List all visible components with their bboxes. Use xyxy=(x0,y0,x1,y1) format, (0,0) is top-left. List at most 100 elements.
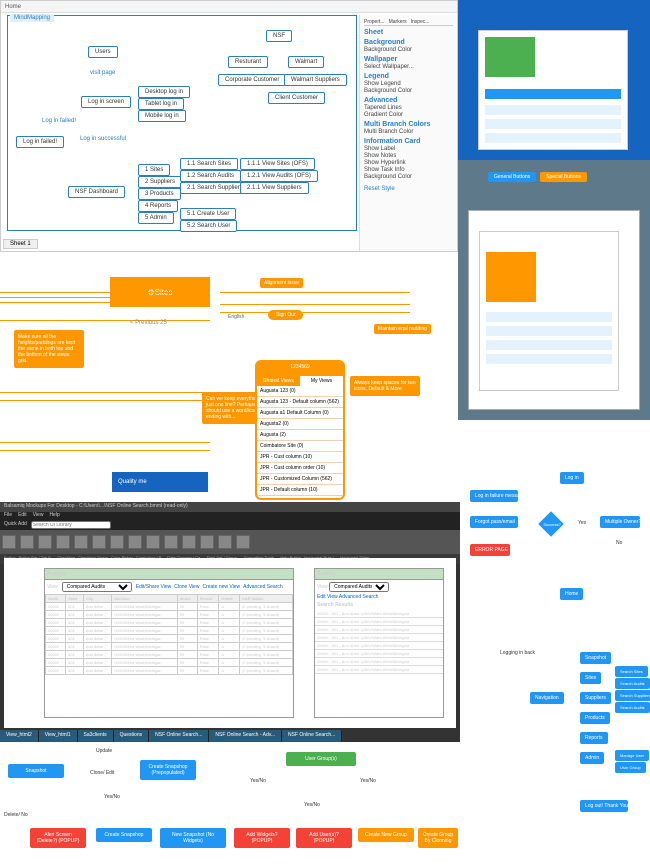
view-link[interactable]: Edit View xyxy=(317,594,339,600)
show-legend[interactable]: Show Legend xyxy=(364,81,453,87)
mockup-canvas[interactable]: Audits View Compared Audits Edit/Share V… xyxy=(4,558,456,728)
col-header[interactable]: Result xyxy=(197,595,219,603)
menu-item[interactable]: View xyxy=(33,512,44,520)
list-item[interactable]: Augusta (2) xyxy=(257,430,343,441)
home-tab[interactable]: Home xyxy=(5,4,21,10)
ui-library-item[interactable] xyxy=(182,535,196,549)
mockup-tab[interactable]: NSF Online Search... xyxy=(282,730,342,742)
mockup-tab[interactable]: Sa3clients xyxy=(78,730,114,742)
list-item[interactable]: JPR - Customized Column (562) xyxy=(257,474,343,485)
sheet-tab[interactable]: Sheet 1 xyxy=(3,239,38,249)
general-buttons[interactable]: General Buttons xyxy=(488,172,536,182)
view-link[interactable]: Create new View xyxy=(202,584,240,590)
ui-library-item[interactable] xyxy=(236,535,250,549)
view-link[interactable]: Advanced Search xyxy=(339,594,378,600)
tab-properties[interactable]: Propert... xyxy=(364,19,385,25)
node-fail[interactable]: Log in failed! xyxy=(16,136,64,148)
tab-shared[interactable]: Shared Views xyxy=(257,376,300,386)
ui-library-item[interactable] xyxy=(38,535,52,549)
col-header[interactable]: City xyxy=(83,595,111,603)
list-item[interactable]: Coimbatore Site (0) xyxy=(257,441,343,452)
view-select[interactable]: Compared Audits xyxy=(62,582,132,592)
node-walmart[interactable]: Walmart xyxy=(288,56,324,68)
node-rest[interactable]: Resturant xyxy=(228,56,268,68)
menu-item[interactable]: Help xyxy=(49,512,59,520)
result-row[interactable]: 40001 - 501 - Ann Arbor \US/US/Mid-West/… xyxy=(315,634,443,642)
node-s51[interactable]: 5.1 Create User xyxy=(180,208,236,220)
node-d4[interactable]: 4 Reports xyxy=(138,200,178,212)
node-d5[interactable]: 5 Admin xyxy=(138,212,174,224)
list-item[interactable]: JPR - Cust column (10) xyxy=(257,452,343,463)
node-s52[interactable]: 5.2 Search User xyxy=(180,220,237,232)
ui-library-item[interactable] xyxy=(146,535,160,549)
view-links[interactable]: Edit/Share ViewClone ViewCreate new View… xyxy=(136,584,283,590)
node-corp[interactable]: Corporate Customer xyxy=(218,74,286,86)
menu-item[interactable]: Edit xyxy=(18,512,27,520)
table-row[interactable]: 40001501Ann ArborUS/US/Mid-West/Michigan… xyxy=(46,651,293,659)
special-buttons[interactable]: Special Buttons xyxy=(540,172,587,182)
table-row[interactable]: 40001501Ann ArborUS/US/Mid-West/Michigan… xyxy=(46,659,293,667)
mbc-checkbox[interactable]: Multi Branch Color xyxy=(364,129,453,135)
show-notes[interactable]: Show Notes xyxy=(364,153,453,159)
node-desktop[interactable]: Desktop log in xyxy=(138,86,190,98)
tab-inspect[interactable]: Inspec... xyxy=(411,19,430,25)
col-header[interactable]: Score xyxy=(177,595,197,603)
list-item[interactable]: Augusta 123 (0) xyxy=(257,386,343,397)
table-row[interactable]: 40001501Ann ArborUS/US/Mid-West/Michigan… xyxy=(46,611,293,619)
node-s111[interactable]: 1.1.1 View Sites (OFS) xyxy=(240,158,315,170)
node-mobile[interactable]: Mobile log in xyxy=(138,110,186,122)
list-item[interactable]: Augusta 123 - Default column (562) xyxy=(257,397,343,408)
tapered-lines[interactable]: Tapered Lines xyxy=(364,105,453,111)
node-s211[interactable]: 2.1.1 View Suppliers xyxy=(240,182,309,194)
node-dash[interactable]: NSF Dashboard xyxy=(68,186,125,198)
node-nsf[interactable]: NSF xyxy=(266,30,292,42)
mockup-tabs[interactable]: View_html2View_html1Sa3clientsQuestionsN… xyxy=(0,730,460,742)
ui-library-item[interactable] xyxy=(74,535,88,549)
mockup-tab[interactable]: NSF Online Search - Adv... xyxy=(209,730,282,742)
result-row[interactable]: 40001 - 501 - Ann Arbor \US/US/Mid-West/… xyxy=(315,626,443,634)
menu-bar[interactable]: FileEditViewHelp xyxy=(0,512,460,520)
result-row[interactable]: 40001 - 501 - Ann Arbor \US/US/Mid-West/… xyxy=(315,642,443,650)
view-select-2[interactable]: Compared Audits xyxy=(329,582,389,592)
mindmap-canvas[interactable]: MindMapping Users visit page Log in scre… xyxy=(7,15,357,231)
ui-library-item[interactable] xyxy=(128,535,142,549)
table-row[interactable]: 40001501Ann ArborUS/US/Mid-West/Michigan… xyxy=(46,627,293,635)
quick-add-input[interactable] xyxy=(31,521,111,529)
node-client[interactable]: Client Customer xyxy=(268,92,325,104)
node-tablet[interactable]: Tablet log in xyxy=(138,98,184,110)
table-row[interactable]: 40001501Ann ArborUS/US/Mid-West/Michigan… xyxy=(46,643,293,651)
mockup-tab[interactable]: View_html2 xyxy=(0,730,39,742)
mockup-tab[interactable]: Questions xyxy=(114,730,150,742)
show-hyperlink[interactable]: Show Hyperlink xyxy=(364,160,453,166)
node-s121[interactable]: 1.2.1 View Audits (OFS) xyxy=(240,170,318,182)
ui-library[interactable] xyxy=(0,530,460,554)
view-link[interactable]: Edit/Share View xyxy=(136,584,171,590)
tab-my[interactable]: My Views xyxy=(300,376,343,386)
ui-library-item[interactable] xyxy=(56,535,70,549)
col-header[interactable]: Start xyxy=(66,595,84,603)
node-s12[interactable]: 1.2 Search Audits xyxy=(180,170,241,182)
col-header[interactable]: Grade xyxy=(219,595,240,603)
ui-library-item[interactable] xyxy=(164,535,178,549)
view-link[interactable]: Advanced Search xyxy=(243,584,282,590)
table-row[interactable]: 40001501Ann ArborUS/US/Mid-West/Michigan… xyxy=(46,635,293,643)
tab-markers[interactable]: Markers xyxy=(389,19,407,25)
col-header[interactable]: Audit xyxy=(46,595,66,603)
node-users[interactable]: Users xyxy=(88,46,118,58)
ui-library-item[interactable] xyxy=(200,535,214,549)
list-item[interactable]: JPR - Default column (10) xyxy=(257,485,343,496)
view-link[interactable]: Clone View xyxy=(174,584,199,590)
table-row[interactable]: 40001501Ann ArborUS/US/Mid-West/Michigan… xyxy=(46,619,293,627)
prev-link[interactable]: < Previous 25 xyxy=(130,320,167,326)
list-item[interactable]: JPR - Cust column order (10) xyxy=(257,463,343,474)
mockup-tab[interactable]: NSF Online Search... xyxy=(149,730,209,742)
mockup-tab[interactable]: View_html1 xyxy=(39,730,78,742)
node-d2[interactable]: 2 Suppliers xyxy=(138,176,182,188)
signout-btn[interactable]: Sign Out xyxy=(268,310,303,320)
ui-library-item[interactable] xyxy=(92,535,106,549)
ui-library-item[interactable] xyxy=(218,535,232,549)
node-login[interactable]: Log in screen xyxy=(81,96,131,108)
col-header[interactable]: CAR status xyxy=(239,595,292,603)
ui-library-item[interactable] xyxy=(20,535,34,549)
list-item[interactable]: Augusta a1 Default Column (0) xyxy=(257,408,343,419)
